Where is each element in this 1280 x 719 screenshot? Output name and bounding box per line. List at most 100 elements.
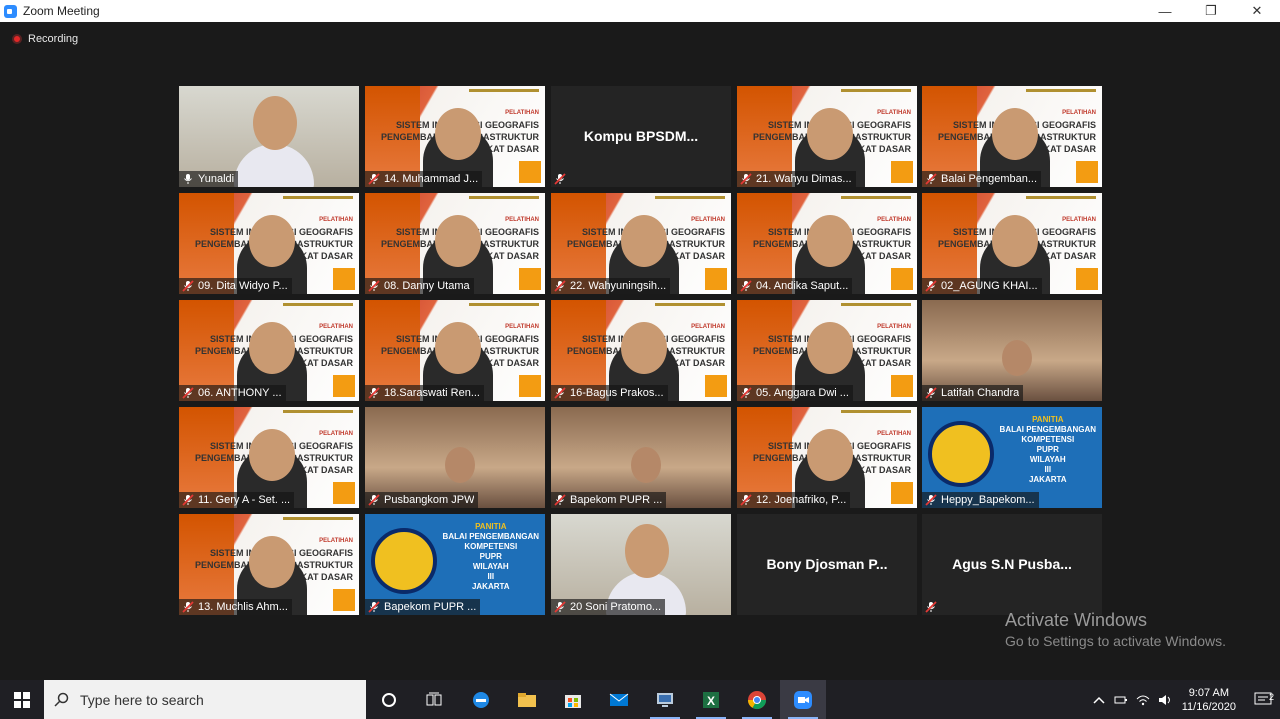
search-icon [54,692,69,707]
excel-button[interactable]: X [688,680,734,719]
muted-mic-icon [925,601,937,613]
svg-text:X: X [707,694,715,708]
slide-tag: PELATIHAN [319,431,353,437]
slide-tag: PELATIHAN [319,217,353,223]
participant-tile[interactable]: Agus S.N Pusba... [922,514,1102,615]
task-view-icon [426,692,442,705]
chrome-icon [748,690,766,709]
participant-tile[interactable]: Yunaldi [179,86,359,187]
muted-mic-icon [554,494,566,506]
muted-mic-icon [740,494,752,506]
participant-tile[interactable]: 20 Soni Pratomo... [551,514,731,615]
slide-tag: PELATIHAN [691,324,725,330]
chrome-button[interactable] [734,680,780,719]
participant-tile[interactable]: PELATIHANSISTEM INFORMASI GEOGRAFISPENGE… [737,300,917,401]
participant-tile[interactable]: PELATIHANSISTEM INFORMASI GEOGRAFISPENGE… [179,407,359,508]
battery-icon [1114,696,1127,703]
person-face [435,322,481,374]
muted-mic-icon [368,387,380,399]
pupr-logo [371,528,437,594]
person-face [1002,340,1032,376]
remote-desktop-button[interactable] [642,680,688,719]
clock-time: 9:07 AM [1188,686,1230,699]
participant-name: 14. Muhammad J... [384,173,479,185]
participant-label: 13. Muchlis Ahm... [179,599,292,615]
taskbar: Type here to search X 9:07 AM 11/16/2020 [0,680,1280,719]
power-button[interactable] [1110,695,1132,705]
participant-label: Balai Pengemban... [922,171,1042,187]
participant-center-name: Agus S.N Pusba... [952,556,1072,572]
participant-center-name: Kompu BPSDM... [583,128,699,144]
panitia-text: PANITIA BALAI PENGEMBANGAN KOMPETENSI PUPR W… [442,522,539,591]
mail-button[interactable] [596,680,642,719]
participant-tile[interactable]: Latifah Chandra [922,300,1102,401]
show-hidden-icons-button[interactable] [1088,696,1110,704]
person-face [253,96,297,150]
person-face [435,215,481,267]
person-face [807,322,853,374]
participant-name: Yunaldi [198,173,235,185]
participant-tile[interactable]: PELATIHANSISTEM INFORMASI GEOGRAFISPENGE… [737,407,917,508]
task-view-button[interactable] [412,680,458,719]
participant-label: Bapekom PUPR ... [551,492,667,508]
participant-tile[interactable]: PELATIHANSISTEM INFORMASI GEOGRAFISPENGE… [551,193,731,294]
participant-label: 14. Muhammad J... [365,171,483,187]
participant-tile[interactable]: Pusbangkom JPW [365,407,545,508]
participant-name: 04. Andika Saput... [756,280,849,292]
slide-tag: PELATIHAN [877,431,911,437]
participant-tile[interactable]: PELATIHANSISTEM INFORMASI GEOGRAFISPENGE… [179,514,359,615]
participant-tile[interactable]: Kompu BPSDM... [551,86,731,187]
slide-tag: PELATIHAN [877,324,911,330]
wifi-icon [1136,695,1150,705]
volume-button[interactable] [1154,694,1176,706]
person-face [249,429,295,481]
network-button[interactable] [1132,694,1154,706]
participant-tile[interactable]: Bapekom PUPR ... [551,407,731,508]
participant-tile[interactable]: PELATIHANSISTEM INFORMASI GEOGRAFISPENGE… [922,193,1102,294]
participant-label: 16-Bagus Prakos... [551,385,668,401]
participant-label: 05. Anggara Dwi ... [737,385,853,401]
zoom-button[interactable] [780,680,826,719]
taskbar-search-box[interactable]: Type here to search [44,680,366,719]
participant-tile[interactable]: PANITIA BALAI PENGEMBANGAN KOMPETENSI PUPR W… [365,514,545,615]
slide-tag: PELATIHAN [1062,110,1096,116]
person-face [807,429,853,481]
participant-tile[interactable]: PELATIHANSISTEM INFORMASI GEOGRAFISPENGE… [551,300,731,401]
participant-name: Bapekom PUPR ... [384,601,477,613]
muted-mic-icon [368,173,380,185]
participant-tile[interactable]: PELATIHANSISTEM INFORMASI GEOGRAFISPENGE… [365,300,545,401]
store-button[interactable] [550,680,596,719]
person-face [631,447,661,483]
participant-tile[interactable]: PELATIHANSISTEM INFORMASI GEOGRAFISPENGE… [365,193,545,294]
action-center-button[interactable]: 2 [1246,692,1280,708]
participant-name: 02_AGUNG KHAI... [941,280,1038,292]
participant-tile[interactable]: PELATIHANSISTEM INFORMASI GEOGRAFISPENGE… [179,300,359,401]
participant-name: 09. Dita Widyo P... [198,280,288,292]
participant-label: Yunaldi [179,171,239,187]
edge-button[interactable] [458,680,504,719]
participant-tile[interactable]: PELATIHANSISTEM INFORMASI GEOGRAFISPENGE… [922,86,1102,187]
participant-tile[interactable]: PELATIHANSISTEM INFORMASI GEOGRAFISPENGE… [365,86,545,187]
participant-tile[interactable]: PELATIHANSISTEM INFORMASI GEOGRAFISPENGE… [737,86,917,187]
participant-name: Bapekom PUPR ... [570,494,663,506]
start-button[interactable] [0,680,44,719]
muted-mic-icon [925,280,937,292]
muted-mic-icon [182,601,194,613]
activate-windows-subtitle: Go to Settings to activate Windows. [1005,633,1226,649]
participant-tile[interactable]: PELATIHANSISTEM INFORMASI GEOGRAFISPENGE… [179,193,359,294]
file-explorer-button[interactable] [504,680,550,719]
participant-label: Pusbangkom JPW [365,492,479,508]
cortana-button[interactable] [366,680,412,719]
participant-tile[interactable]: PELATIHANSISTEM INFORMASI GEOGRAFISPENGE… [737,193,917,294]
participant-label: 20 Soni Pratomo... [551,599,666,615]
participant-tile[interactable]: PANITIA BALAI PENGEMBANGAN KOMPETENSI PUPR W… [922,407,1102,508]
clock-date: 11/16/2020 [1181,700,1236,713]
participant-tile[interactable]: Bony Djosman P... [737,514,917,615]
participant-label: Bapekom PUPR ... [365,599,481,615]
taskbar-clock[interactable]: 9:07 AM 11/16/2020 [1182,686,1236,714]
person-face [249,536,295,588]
participant-label: 18.Saraswati Ren... [365,385,484,401]
participant-name: Latifah Chandra [941,387,1020,399]
participant-name: 06. ANTHONY ... [198,387,282,399]
person-face [621,215,667,267]
